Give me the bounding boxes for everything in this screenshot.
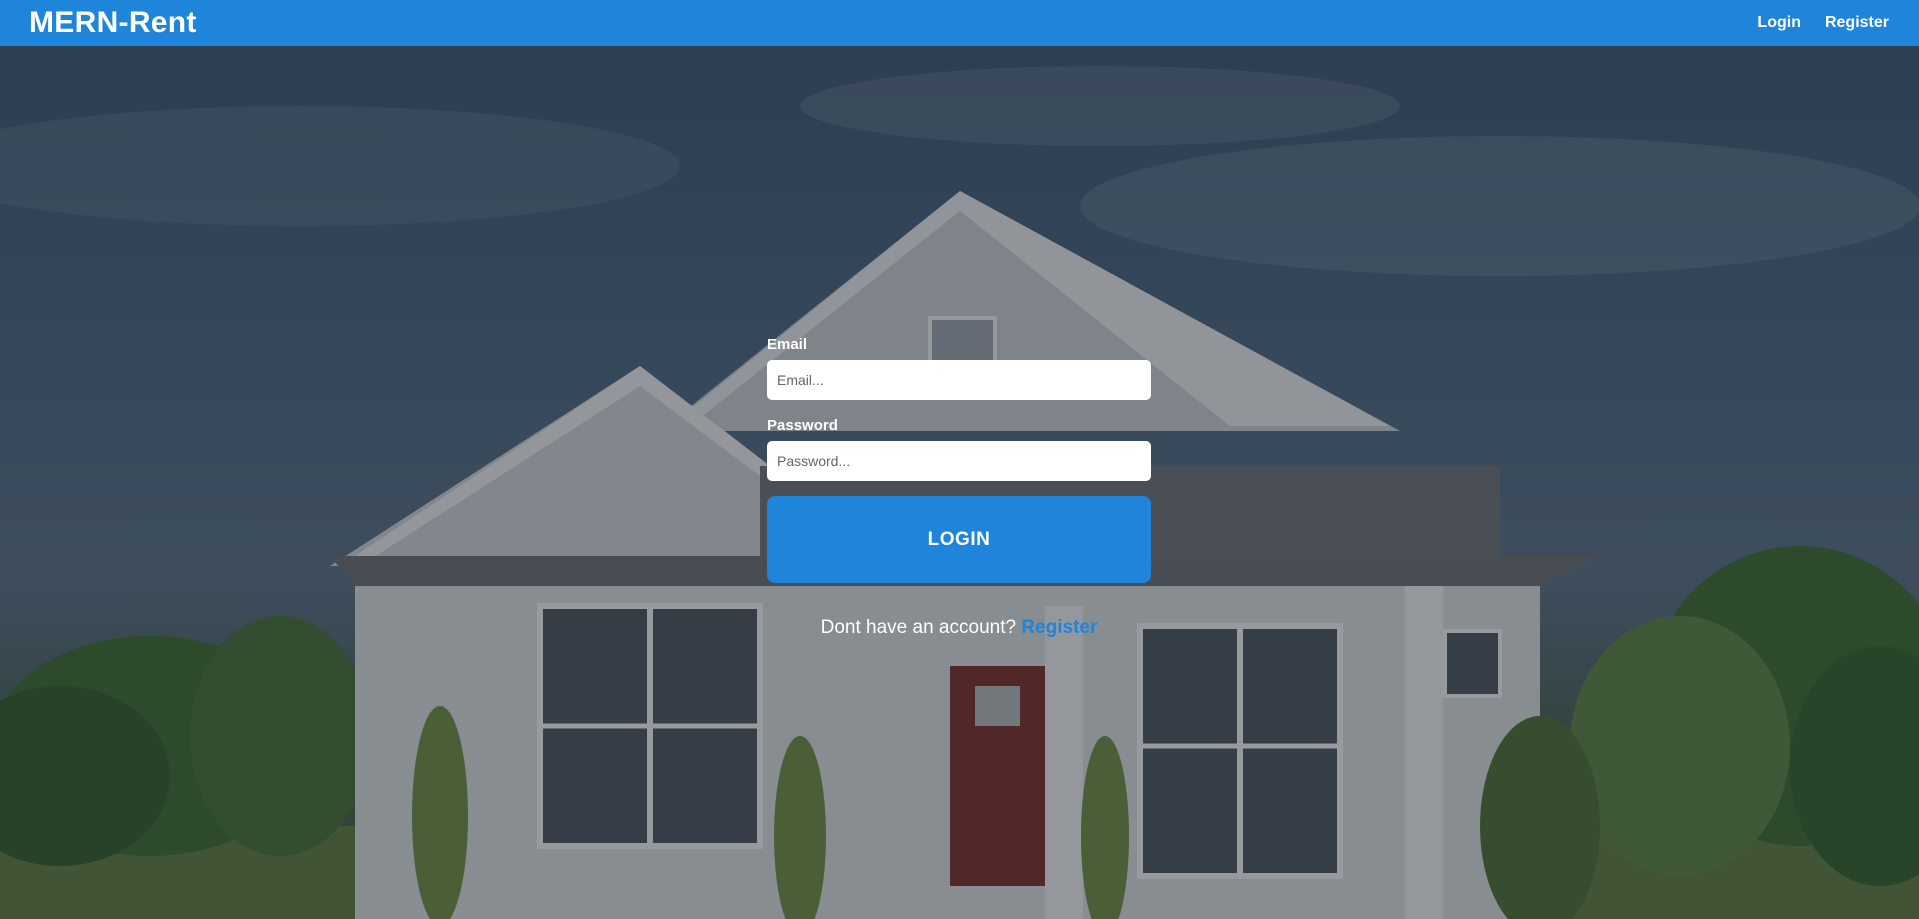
password-input[interactable] [767,441,1151,481]
email-label: Email [767,336,808,353]
nav-login-link[interactable]: Login [1757,14,1801,32]
password-label: Password [767,417,838,434]
register-link[interactable]: Register [1021,617,1097,638]
nav-register-link[interactable]: Register [1825,14,1889,32]
login-form: Email Password LOGIN Dont have an accoun… [767,334,1151,639]
signup-prompt-row: Dont have an account? Register [767,617,1151,639]
email-input[interactable] [767,360,1151,400]
top-navbar: MERN-Rent Login Register [0,0,1919,46]
nav-links: Login Register [1757,14,1889,32]
brand-logo-text[interactable]: MERN-Rent [29,6,197,40]
signup-prompt-text: Dont have an account? [820,617,1017,638]
login-button[interactable]: LOGIN [767,496,1151,583]
